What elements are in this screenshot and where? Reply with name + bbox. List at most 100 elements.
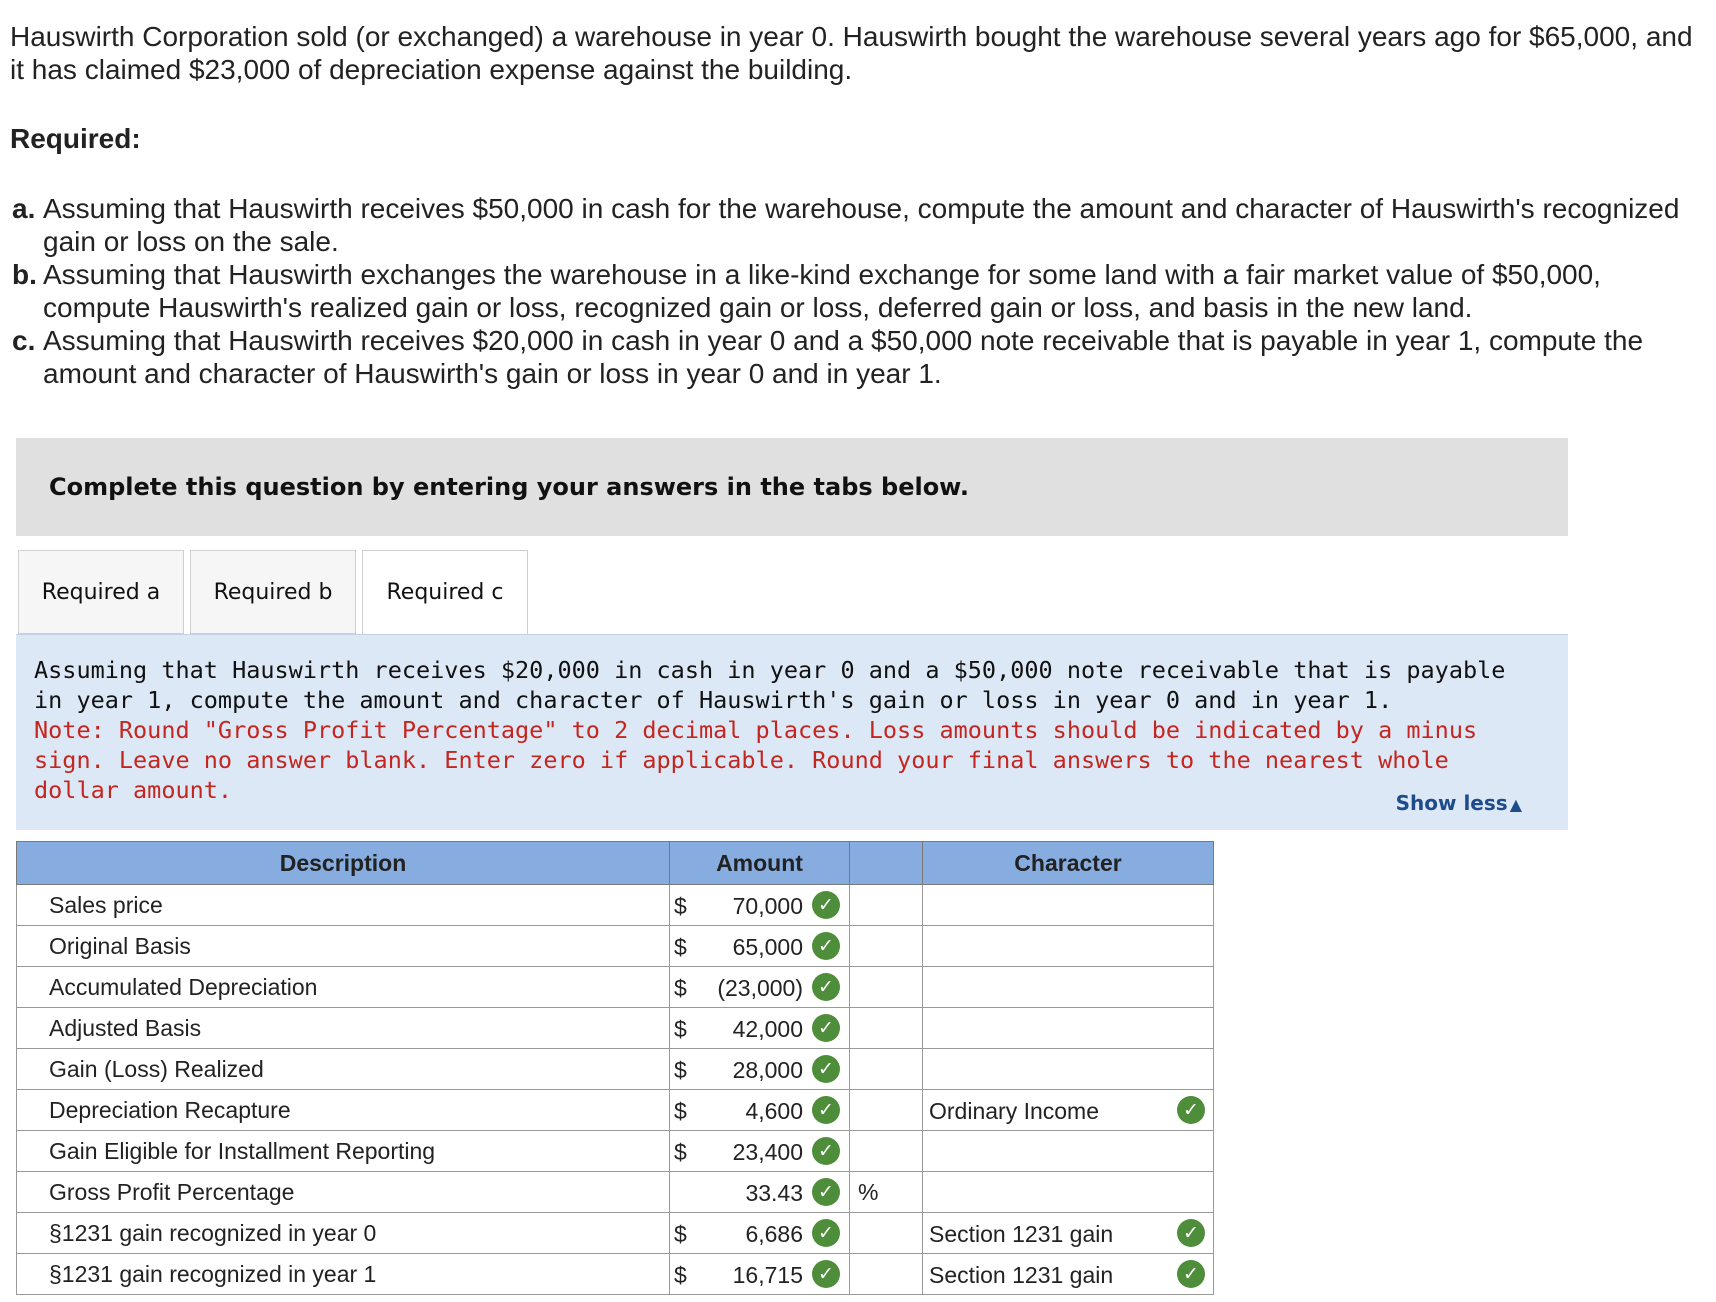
- amount-input[interactable]: 70,000: [733, 893, 803, 920]
- percent-cell: [849, 925, 923, 967]
- table-row: Gain Eligible for Installment Reporting $…: [16, 1130, 1214, 1172]
- currency-symbol: $: [674, 975, 687, 1001]
- row-description: §1231 gain recognized in year 0: [16, 1212, 670, 1254]
- amount-cell[interactable]: $28,000 ✓: [669, 1048, 850, 1090]
- required-item-a: a. Assuming that Hauswirth receives $50,…: [10, 192, 1700, 258]
- row-description: Gain Eligible for Installment Reporting: [16, 1130, 670, 1172]
- header-amount: Amount: [669, 841, 850, 885]
- table-row: Gain (Loss) Realized $28,000 ✓: [16, 1048, 1214, 1090]
- character-select[interactable]: Section 1231 gain: [929, 1262, 1113, 1289]
- table-row: §1231 gain recognized in year 0 $6,686 ✓ Se…: [16, 1212, 1214, 1254]
- character-cell[interactable]: Section 1231 gain ✓: [922, 1253, 1214, 1295]
- answer-rows: Sales price $70,000 ✓ Original Basis $65,000…: [16, 884, 1214, 1295]
- check-icon: ✓: [812, 1014, 840, 1042]
- character-cell[interactable]: [922, 1007, 1214, 1049]
- check-icon: ✓: [812, 1055, 840, 1083]
- percent-cell: [849, 966, 923, 1008]
- tab-required-c[interactable]: Required c: [362, 550, 528, 636]
- panel-instruction: Assuming that Hauswirth receives $20,000…: [34, 656, 1506, 714]
- currency-symbol: $: [674, 1016, 687, 1042]
- check-icon: ✓: [812, 932, 840, 960]
- tab-required-b[interactable]: Required b: [190, 550, 356, 634]
- required-heading: Required:: [10, 123, 141, 154]
- currency-symbol: $: [674, 1221, 687, 1247]
- table-row: Accumulated Depreciation $ (23,000) ✓: [16, 966, 1214, 1008]
- check-icon: ✓: [812, 1178, 840, 1206]
- header-character: Character: [922, 841, 1214, 885]
- check-icon: ✓: [812, 1137, 840, 1165]
- percent-cell: [849, 1253, 923, 1295]
- tab-required-a[interactable]: Required a: [18, 550, 184, 634]
- check-icon: ✓: [812, 891, 840, 919]
- check-icon: ✓: [812, 1219, 840, 1247]
- amount-cell[interactable]: $70,000 ✓: [669, 884, 850, 926]
- amount-cell[interactable]: $4,600 ✓: [669, 1089, 850, 1131]
- table-row: Sales price $70,000 ✓: [16, 884, 1214, 926]
- check-icon: ✓: [812, 1260, 840, 1288]
- currency-symbol: $: [674, 1262, 687, 1288]
- triangle-up-icon: ▲: [1509, 795, 1522, 814]
- required-letter: a.: [12, 193, 36, 224]
- percent-cell: [849, 1130, 923, 1172]
- table-row: §1231 gain recognized in year 1 $16,715 ✓ S…: [16, 1253, 1214, 1295]
- character-cell[interactable]: [922, 1130, 1214, 1172]
- row-description: Depreciation Recapture: [16, 1089, 670, 1131]
- required-item-c: c. Assuming that Hauswirth receives $20,…: [10, 324, 1700, 390]
- show-less-label: Show less: [1395, 791, 1508, 815]
- currency-symbol: $: [674, 1139, 687, 1165]
- character-cell[interactable]: Section 1231 gain ✓: [922, 1212, 1214, 1254]
- required-item-b: b. Assuming that Hauswirth exchanges the…: [10, 258, 1700, 324]
- character-cell[interactable]: [922, 884, 1214, 926]
- currency-symbol: $: [674, 893, 687, 919]
- amount-cell[interactable]: $6,686 ✓: [669, 1212, 850, 1254]
- instructions-banner: Complete this question by entering your …: [16, 438, 1568, 536]
- character-select[interactable]: Section 1231 gain: [929, 1221, 1113, 1248]
- table-row: Depreciation Recapture $4,600 ✓ Ordinary In…: [16, 1089, 1214, 1131]
- character-cell[interactable]: [922, 925, 1214, 967]
- amount-cell[interactable]: $65,000 ✓: [669, 925, 850, 967]
- amount-input[interactable]: 6,686: [745, 1221, 803, 1248]
- row-description: Accumulated Depreciation: [16, 966, 670, 1008]
- amount-input[interactable]: 33.43: [745, 1180, 803, 1207]
- question-panel: Assuming that Hauswirth receives $20,000…: [16, 634, 1568, 830]
- amount-cell[interactable]: $23,400 ✓: [669, 1130, 850, 1172]
- required-letter: b.: [12, 259, 37, 290]
- character-cell[interactable]: [922, 966, 1214, 1008]
- amount-input[interactable]: 65,000: [733, 934, 803, 961]
- show-less-link[interactable]: Show less ▲: [1396, 791, 1522, 815]
- amount-input[interactable]: 23,400: [733, 1139, 803, 1166]
- character-select[interactable]: Ordinary Income: [929, 1098, 1099, 1125]
- check-icon: ✓: [1177, 1260, 1205, 1288]
- row-description: Gross Profit Percentage: [16, 1171, 670, 1213]
- amount-input[interactable]: 42,000: [733, 1016, 803, 1043]
- banner-text: Complete this question by entering your …: [49, 473, 969, 501]
- table-row: Adjusted Basis $42,000 ✓: [16, 1007, 1214, 1049]
- row-description: Adjusted Basis: [16, 1007, 670, 1049]
- amount-cell[interactable]: $ (23,000) ✓: [669, 966, 850, 1008]
- character-cell[interactable]: Ordinary Income ✓: [922, 1089, 1214, 1131]
- intro-text: Hauswirth Corporation sold (or exchanged…: [10, 21, 1693, 85]
- amount-input[interactable]: 28,000: [733, 1057, 803, 1084]
- panel-note: Note: Round "Gross Profit Percentage" to…: [34, 716, 1478, 804]
- percent-cell: [849, 1212, 923, 1254]
- character-cell[interactable]: [922, 1048, 1214, 1090]
- amount-cell[interactable]: $16,715 ✓: [669, 1253, 850, 1295]
- percent-cell: [849, 1007, 923, 1049]
- header-blank: [849, 841, 923, 885]
- required-letter: c.: [12, 325, 36, 356]
- currency-symbol: $: [674, 1057, 687, 1083]
- table-header-row: Description Amount Character: [16, 841, 1214, 885]
- table-row: Original Basis $65,000 ✓: [16, 925, 1214, 967]
- character-cell[interactable]: [922, 1171, 1214, 1213]
- table-row: Gross Profit Percentage 33.43 ✓%: [16, 1171, 1214, 1213]
- amount-cell[interactable]: 33.43 ✓: [669, 1171, 850, 1213]
- amount-input[interactable]: 4,600: [745, 1098, 803, 1125]
- amount-input[interactable]: (23,000): [717, 975, 803, 1002]
- currency-symbol: $: [674, 1098, 687, 1124]
- required-list: a. Assuming that Hauswirth receives $50,…: [10, 192, 1700, 390]
- panel-text: Assuming that Hauswirth receives $20,000…: [34, 655, 1544, 805]
- percent-cell: [849, 1089, 923, 1131]
- amount-input[interactable]: 16,715: [733, 1262, 803, 1289]
- row-description: §1231 gain recognized in year 1: [16, 1253, 670, 1295]
- amount-cell[interactable]: $42,000 ✓: [669, 1007, 850, 1049]
